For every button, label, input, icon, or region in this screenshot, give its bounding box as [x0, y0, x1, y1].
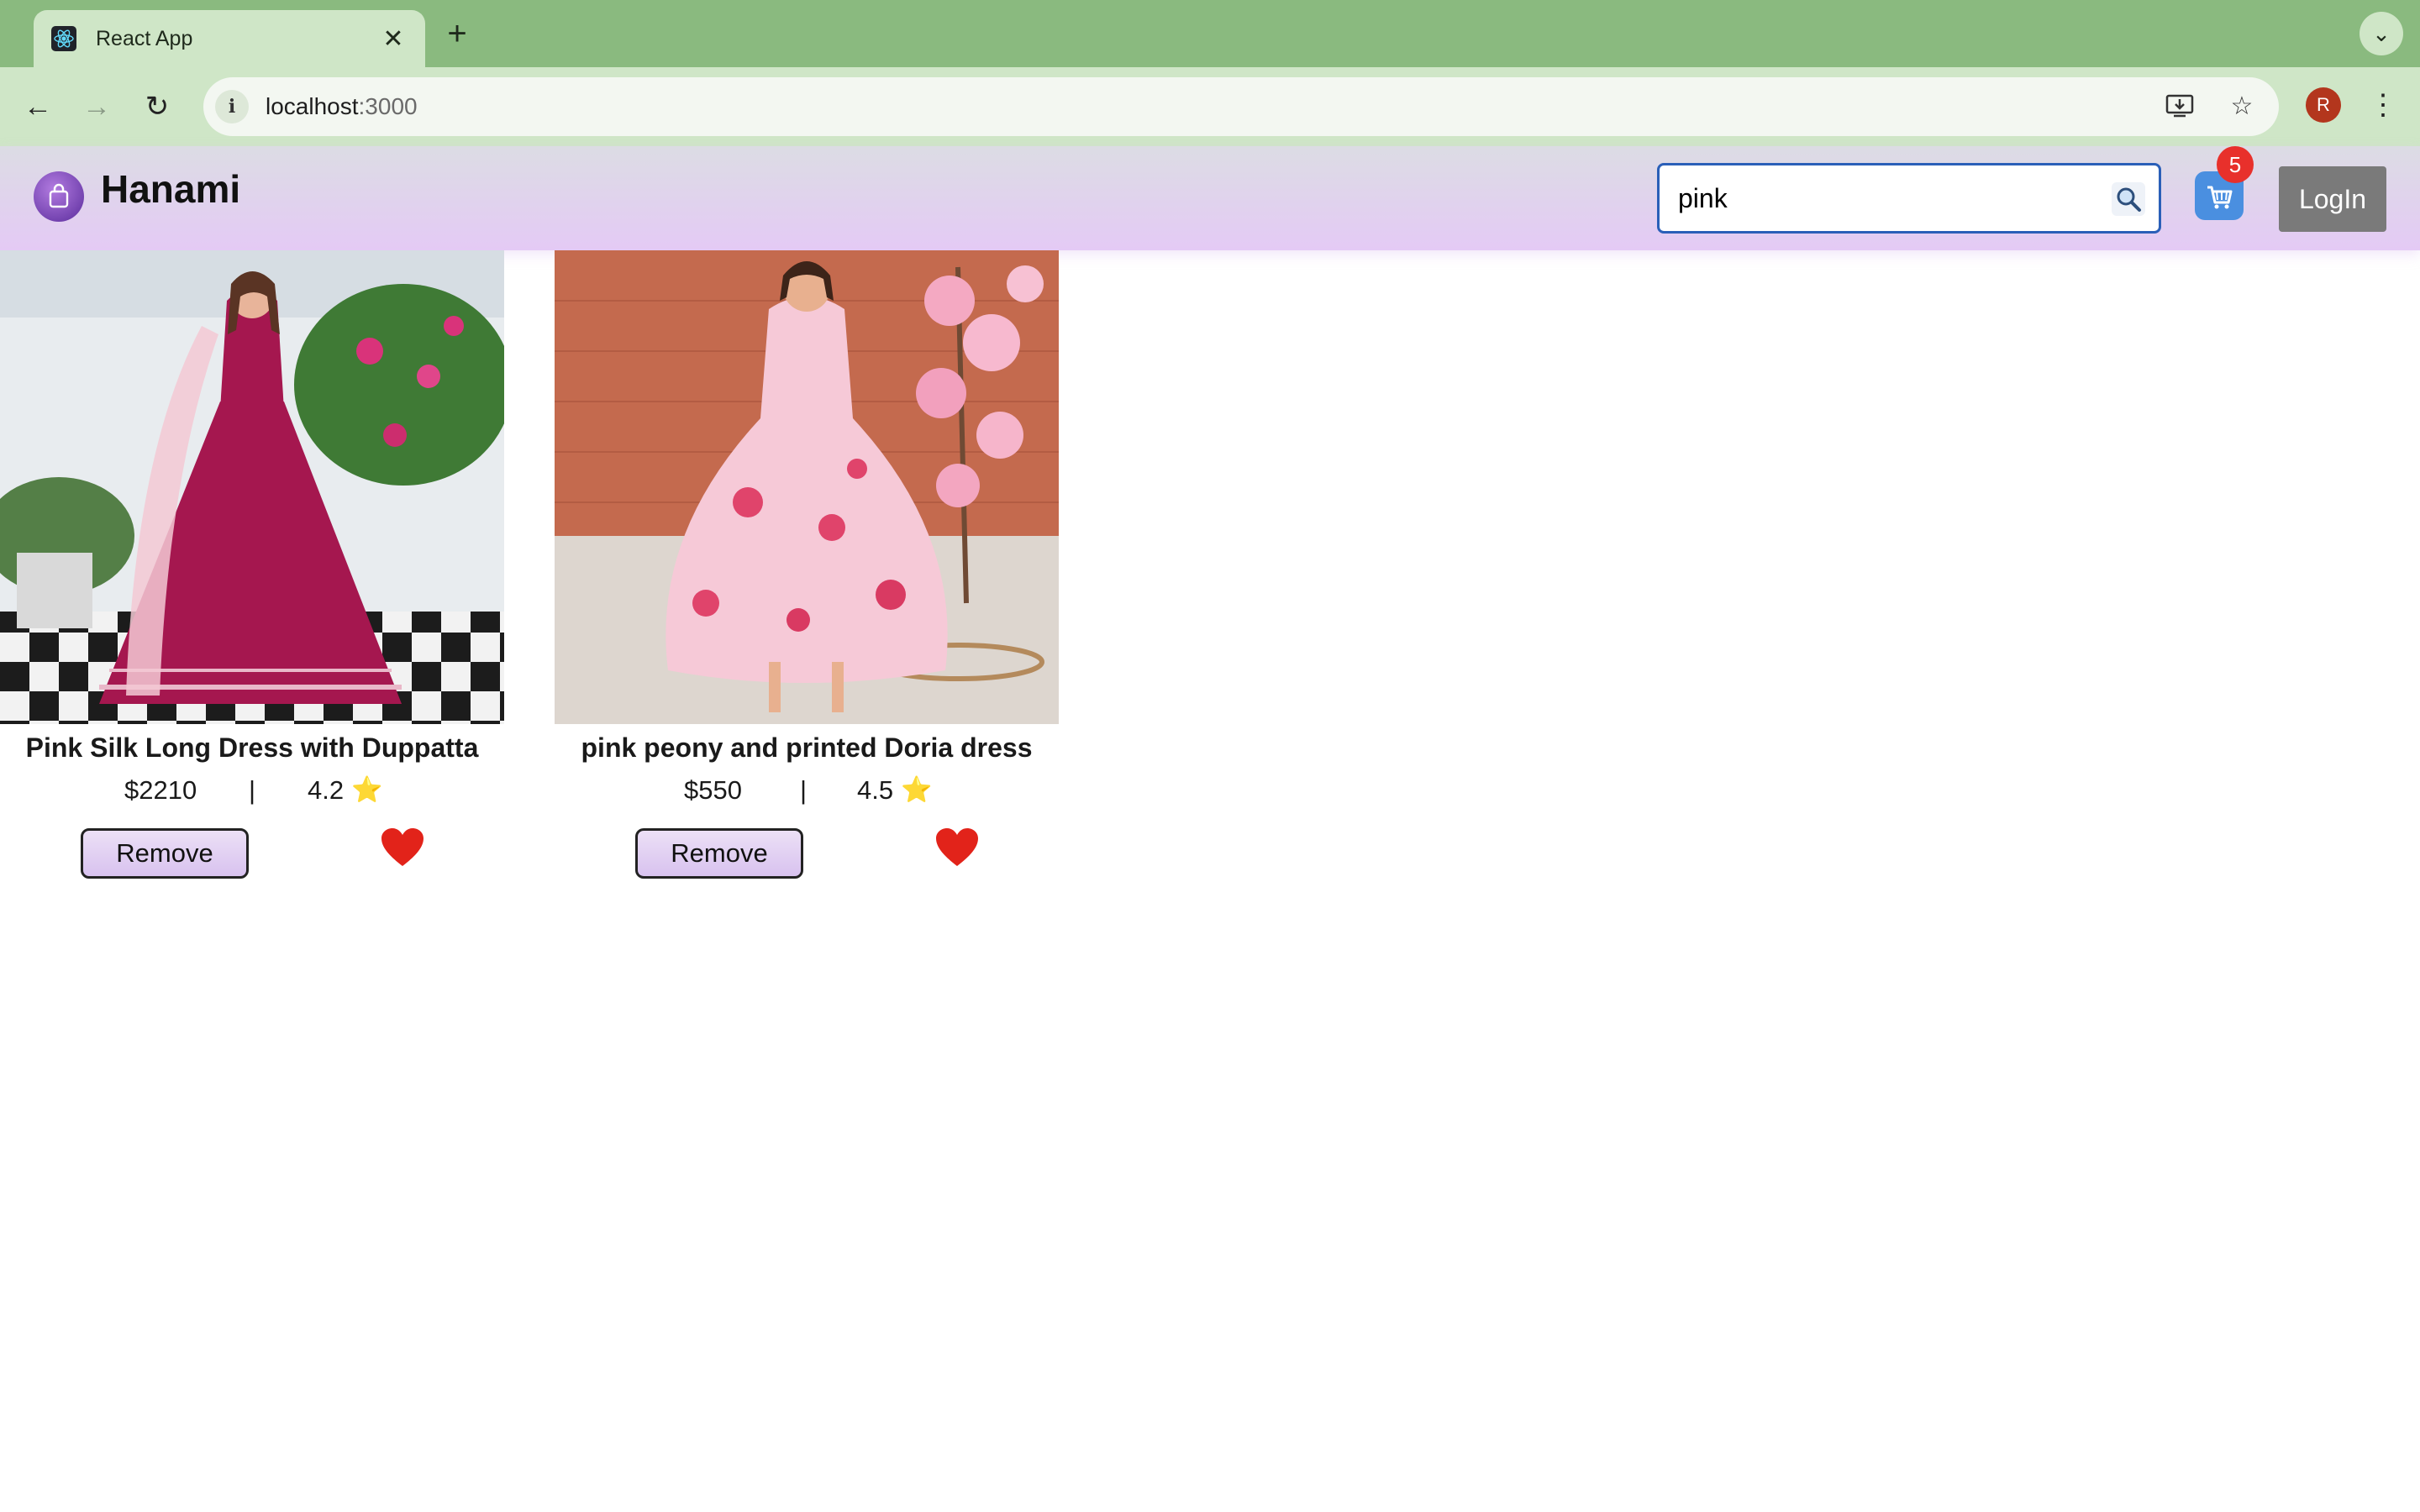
product-meta: $2210 | 4.2 ⭐: [0, 775, 504, 809]
login-button[interactable]: LogIn: [2279, 166, 2386, 232]
back-arrow-icon[interactable]: ←: [17, 86, 59, 128]
rating-star-icon: ⭐: [351, 776, 383, 804]
product-rating: 4.5: [857, 775, 894, 805]
url-host: localhost: [266, 93, 359, 119]
product-rating: 4.2: [308, 775, 345, 805]
wishlist-heart-icon[interactable]: [934, 827, 980, 869]
product-name: pink peony and printed Doria dress: [581, 732, 1033, 763]
product-name: Pink Silk Long Dress with Duppatta: [25, 732, 479, 763]
product-image[interactable]: [555, 250, 1059, 724]
react-logo-icon: [50, 25, 77, 52]
product-card: Pink Silk Long Dress with Duppatta $2210…: [0, 250, 504, 879]
close-tab-icon[interactable]: ✕: [378, 24, 408, 54]
product-image[interactable]: [0, 250, 504, 724]
new-tab-icon[interactable]: +: [439, 15, 476, 52]
install-app-icon[interactable]: [2163, 89, 2196, 123]
browser-tab[interactable]: React App ✕: [34, 10, 425, 67]
search-input[interactable]: [1660, 182, 2096, 214]
meta-separator: |: [800, 775, 808, 805]
browser-tab-strip: React App ✕ + ⌄: [0, 0, 2420, 67]
product-price: $550: [684, 775, 742, 805]
browser-toolbar: ← → ↻ i localhost:3000 ☆ R ⋮: [0, 67, 2420, 146]
product-price: $2210: [124, 775, 197, 805]
site-info-icon[interactable]: i: [215, 90, 249, 123]
brand-name[interactable]: Hanami: [101, 166, 240, 212]
browser-menu-icon[interactable]: ⋮: [2368, 84, 2398, 126]
search-icon[interactable]: [2112, 182, 2145, 216]
hanami-logo-icon[interactable]: [34, 171, 84, 222]
profile-avatar[interactable]: R: [2306, 87, 2341, 123]
tab-search-chevron-icon[interactable]: ⌄: [2360, 12, 2403, 55]
product-meta: $550 | 4.5 ⭐: [555, 775, 1059, 809]
meta-separator: |: [249, 775, 256, 805]
url-text[interactable]: localhost:3000: [266, 93, 418, 120]
cart-count-badge: 5: [2217, 146, 2254, 183]
reload-icon[interactable]: ↻: [136, 86, 178, 128]
tab-title: React App: [96, 26, 193, 50]
rating-star-icon: ⭐: [901, 776, 933, 804]
address-bar[interactable]: i localhost:3000 ☆: [203, 77, 2279, 136]
app-header: Hanami 5 LogIn: [0, 146, 2420, 250]
remove-button[interactable]: Remove: [81, 828, 249, 879]
url-port: :3000: [358, 93, 418, 119]
product-card: pink peony and printed Doria dress $550 …: [555, 250, 1059, 879]
bookmark-star-icon[interactable]: ☆: [2225, 89, 2259, 123]
forward-arrow-icon[interactable]: →: [76, 86, 118, 128]
search-field[interactable]: [1657, 163, 2161, 234]
wishlist-heart-icon[interactable]: [380, 827, 425, 869]
remove-button[interactable]: Remove: [635, 828, 803, 879]
